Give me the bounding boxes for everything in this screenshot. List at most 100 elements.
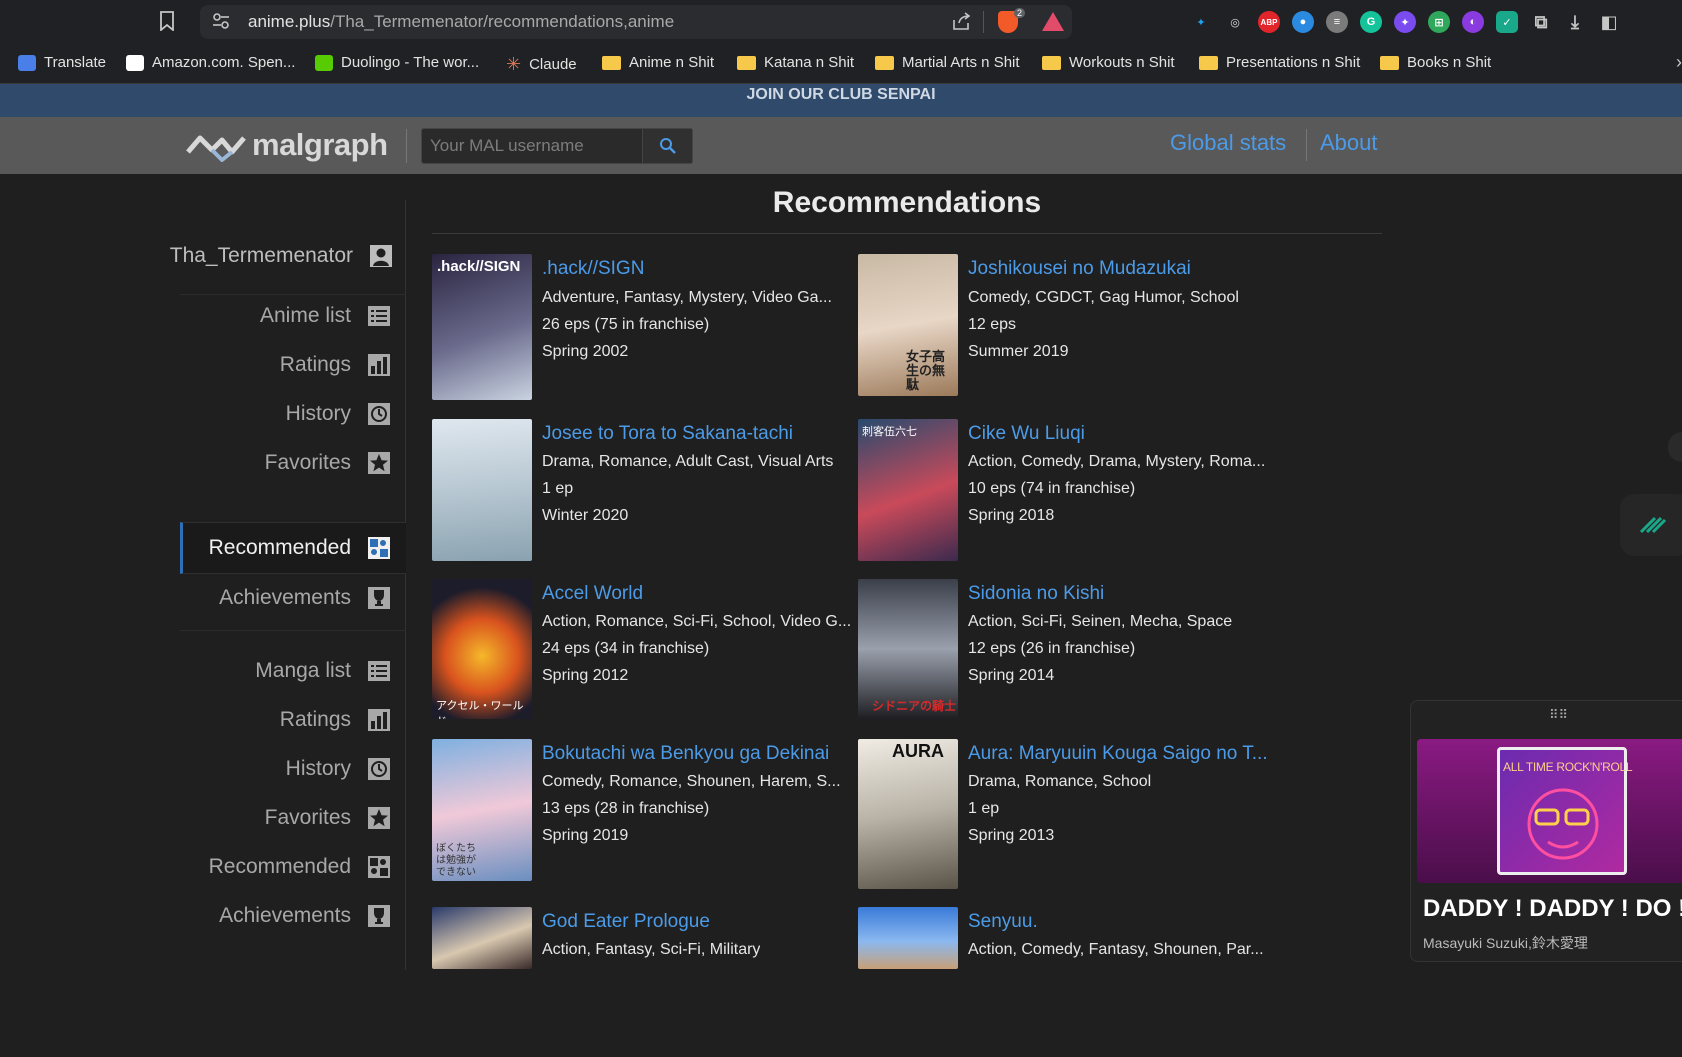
bookmark-amazon[interactable]: Amazon.com. Spen... bbox=[126, 54, 295, 71]
sidebar-item-anime-list[interactable]: Anime list bbox=[260, 304, 391, 328]
search-button[interactable] bbox=[642, 129, 692, 163]
sidebar-item-anime-recommended[interactable]: Recommended bbox=[209, 536, 391, 560]
sidebar-item-manga-history[interactable]: History bbox=[286, 757, 391, 781]
username-search bbox=[421, 128, 693, 164]
poster-image[interactable]: アクセル・ワールド bbox=[432, 579, 532, 719]
bookmarks-bar: Translate Amazon.com. Spen... Duolingo -… bbox=[0, 44, 1682, 84]
url-text[interactable]: anime.plus/Tha_Termemenator/recommendati… bbox=[248, 12, 674, 32]
puzzle-icon bbox=[368, 537, 390, 559]
recommendation-card: AURA Aura: Maryuuin Kouga Saigo no T... … bbox=[858, 739, 1278, 889]
poster-image[interactable] bbox=[858, 907, 958, 969]
bookmark-books[interactable]: Books n Shit bbox=[1380, 54, 1491, 71]
glasses-icon[interactable]: ◎ bbox=[1224, 11, 1246, 33]
abp-icon[interactable]: ABP bbox=[1258, 11, 1280, 33]
anime-title-link[interactable]: Sidonia no Kishi bbox=[968, 583, 1104, 605]
anime-season: Winter 2020 bbox=[542, 507, 629, 524]
anime-genres: Action, Romance, Sci-Fi, School, Video G… bbox=[542, 613, 852, 630]
bookmark-translate[interactable]: Translate bbox=[18, 54, 106, 71]
translate-icon bbox=[18, 54, 36, 71]
recommendation-card: .hack//SIGN .hack//SIGN Adventure, Fanta… bbox=[432, 254, 852, 404]
brave-shields-badge: 2 bbox=[1014, 8, 1026, 18]
anime-season: Spring 2002 bbox=[542, 343, 629, 360]
nav-global-stats[interactable]: Global stats bbox=[1170, 130, 1286, 156]
malgraph-logo[interactable]: malgraph bbox=[186, 127, 388, 163]
poster-image[interactable]: 刺客伍六七 bbox=[858, 419, 958, 561]
anime-title-link[interactable]: God Eater Prologue bbox=[542, 911, 710, 933]
globe-icon[interactable]: ● bbox=[1292, 11, 1314, 33]
bookmark-star-icon[interactable] bbox=[160, 11, 180, 33]
username-input[interactable] bbox=[422, 129, 644, 163]
anime-title-link[interactable]: Accel World bbox=[542, 583, 643, 605]
bookmarks-overflow-icon[interactable]: › bbox=[1676, 52, 1682, 73]
bluesky-icon[interactable]: ✦ bbox=[1190, 11, 1212, 33]
bookmark-claude[interactable]: ✳ Claude bbox=[506, 54, 577, 75]
sidebar-item-manga-recommended[interactable]: Recommended bbox=[209, 855, 391, 879]
anime-season: Spring 2012 bbox=[542, 667, 629, 684]
poster-image[interactable]: 女子高生の無駄 bbox=[858, 254, 958, 396]
duolingo-icon bbox=[315, 54, 333, 71]
title-underline bbox=[432, 233, 1382, 234]
anime-title-link[interactable]: .hack//SIGN bbox=[542, 258, 644, 280]
anime-title-link[interactable]: Cike Wu Liuqi bbox=[968, 423, 1085, 445]
sidebar-item-anime-history[interactable]: History bbox=[286, 402, 391, 426]
poster-image[interactable]: ぼくたちは勉強ができない bbox=[432, 739, 532, 881]
anime-season: Spring 2014 bbox=[968, 667, 1055, 684]
drag-handle-icon[interactable]: ⠿⠿ bbox=[1549, 707, 1568, 723]
claude-icon: ✳ bbox=[506, 54, 522, 74]
poster-image[interactable]: シドニアの騎士 bbox=[858, 579, 958, 719]
poster-image[interactable] bbox=[432, 419, 532, 561]
anime-episodes: 26 eps (75 in franchise) bbox=[542, 316, 710, 333]
anime-title-link[interactable]: Aura: Maryuuin Kouga Saigo no T... bbox=[968, 743, 1268, 765]
bookmark-anime[interactable]: Anime n Shit bbox=[602, 54, 714, 71]
user-icon bbox=[370, 245, 392, 267]
check-icon[interactable]: ✓ bbox=[1496, 11, 1518, 33]
grammarly-icon[interactable]: G bbox=[1360, 11, 1382, 33]
sidebar-item-manga-list[interactable]: Manga list bbox=[255, 659, 391, 683]
album-art[interactable]: ALL TIME ROCK'N'ROLL bbox=[1417, 739, 1682, 883]
moon-icon[interactable]: ◐ bbox=[1462, 11, 1484, 33]
floating-assistant-button[interactable] bbox=[1620, 494, 1682, 556]
url-divider bbox=[983, 11, 984, 33]
bookmark-duolingo[interactable]: Duolingo - The wor... bbox=[315, 54, 479, 71]
anime-genres: Drama, Romance, School bbox=[968, 773, 1152, 790]
recommendation-card: Senyuu. Action, Comedy, Fantasy, Shounen… bbox=[858, 907, 1278, 1057]
anime-title-link[interactable]: Senyuu. bbox=[968, 911, 1038, 933]
share-icon[interactable] bbox=[952, 12, 972, 35]
music-mini-player: ⠿⠿ ALL TIME ROCK'N'ROLL DADDY ! DADDY ! … bbox=[1410, 700, 1682, 962]
address-bar[interactable]: anime.plus/Tha_Termemenator/recommendati… bbox=[200, 5, 1072, 39]
folder-icon bbox=[602, 55, 621, 70]
sparkle-icon[interactable]: ✦ bbox=[1394, 11, 1416, 33]
sidebar-item-manga-ratings[interactable]: Ratings bbox=[280, 708, 391, 732]
poster-image[interactable] bbox=[432, 907, 532, 969]
site-settings-icon[interactable] bbox=[212, 13, 230, 33]
sidebar-item-anime-favorites[interactable]: Favorites bbox=[265, 451, 391, 475]
sidebar-username[interactable]: Tha_Termemenator bbox=[170, 244, 393, 268]
sidebar-item-manga-favorites[interactable]: Favorites bbox=[265, 806, 391, 830]
club-promo-banner[interactable]: JOIN OUR CLUB SENPAI bbox=[0, 84, 1682, 117]
sidebar-icon[interactable]: ◧ bbox=[1598, 11, 1620, 33]
bookmark-katana[interactable]: Katana n Shit bbox=[737, 54, 854, 71]
bar-chart-icon bbox=[368, 354, 390, 376]
sidebar-item-manga-achievements[interactable]: Achievements bbox=[219, 904, 391, 928]
extensions-icon[interactable]: ⧉ bbox=[1530, 11, 1552, 33]
poster-image[interactable]: .hack//SIGN bbox=[432, 254, 532, 400]
anime-episodes: 10 eps (74 in franchise) bbox=[968, 480, 1136, 497]
anime-title-link[interactable]: Josee to Tora to Sakana-tachi bbox=[542, 423, 793, 445]
anime-title-link[interactable]: Joshikousei no Mudazukai bbox=[968, 258, 1191, 280]
puzzle-green-icon[interactable]: ⊞ bbox=[1428, 11, 1450, 33]
anime-title-link[interactable]: Bokutachi wa Benkyou ga Dekinai bbox=[542, 743, 829, 765]
bookmark-martial-arts[interactable]: Martial Arts n Shit bbox=[875, 54, 1020, 71]
bookmark-workouts[interactable]: Workouts n Shit bbox=[1042, 54, 1175, 71]
list-icon bbox=[368, 306, 390, 326]
wayback-icon[interactable]: ≡ bbox=[1326, 11, 1348, 33]
sidebar-item-anime-achievements[interactable]: Achievements bbox=[219, 586, 391, 610]
sidebar-item-anime-ratings[interactable]: Ratings bbox=[280, 353, 391, 377]
anime-genres: Action, Fantasy, Sci-Fi, Military bbox=[542, 941, 761, 958]
brave-rewards-icon[interactable] bbox=[1042, 12, 1064, 31]
download-icon[interactable]: ⤓ bbox=[1564, 11, 1586, 33]
sidebar-separator bbox=[180, 294, 406, 295]
anime-episodes: 12 eps bbox=[968, 316, 1017, 333]
bookmark-presentations[interactable]: Presentations n Shit bbox=[1199, 54, 1360, 71]
poster-image[interactable]: AURA bbox=[858, 739, 958, 889]
nav-about[interactable]: About bbox=[1320, 130, 1378, 156]
